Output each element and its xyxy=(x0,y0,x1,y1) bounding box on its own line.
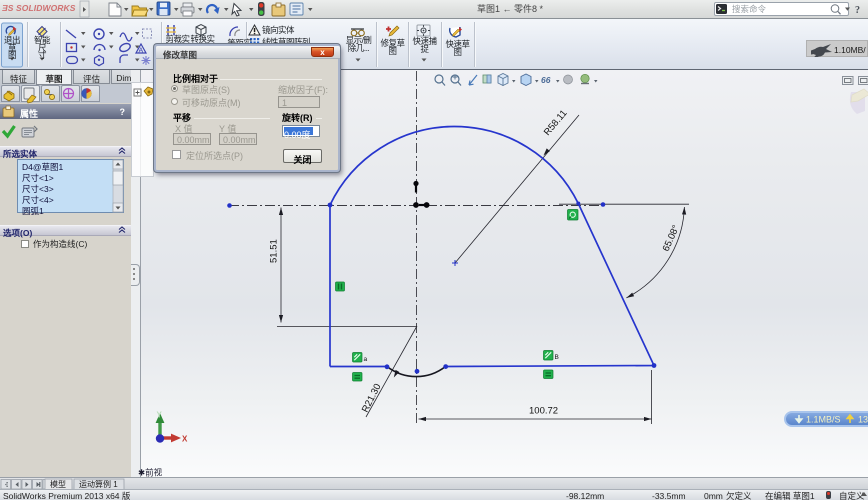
svg-text:X: X xyxy=(182,435,188,444)
svg-text:51.51: 51.51 xyxy=(269,239,280,263)
svg-text:✱前视: ✱前视 xyxy=(138,468,163,478)
svg-text:66: 66 xyxy=(541,75,551,85)
svg-text:Y: Y xyxy=(157,411,163,420)
svg-text:1.1MB/S: 1.1MB/S xyxy=(806,415,841,425)
svg-text:R58.11: R58.11 xyxy=(542,108,570,138)
svg-text:R21.30: R21.30 xyxy=(360,382,384,414)
svg-text:B: B xyxy=(555,354,559,361)
svg-text:a: a xyxy=(364,356,368,363)
svg-text:13: 13 xyxy=(858,415,868,425)
svg-text:100.72: 100.72 xyxy=(529,406,558,417)
